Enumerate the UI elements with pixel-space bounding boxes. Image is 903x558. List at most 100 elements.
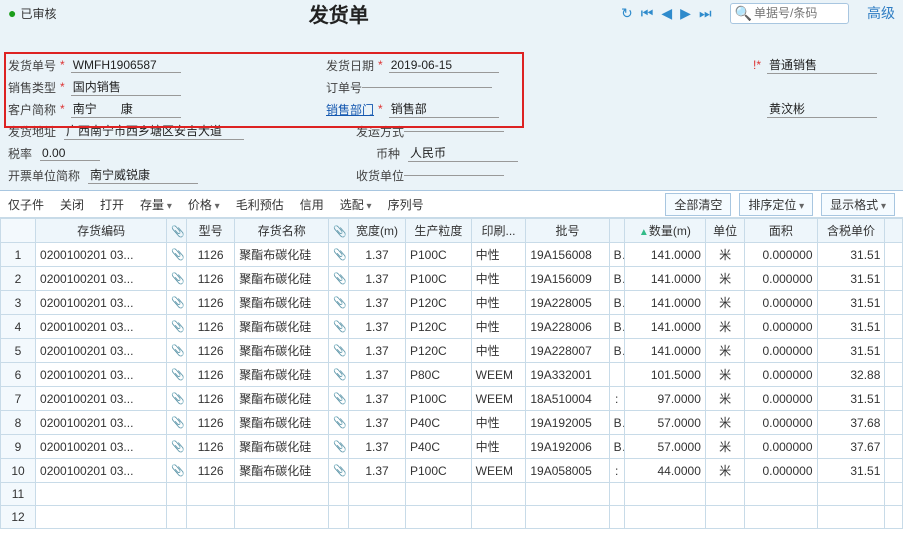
cell-model[interactable]: 1126 — [187, 339, 235, 363]
cell-batch[interactable]: 19A058005 — [526, 459, 609, 483]
cell-model[interactable]: 1126 — [187, 267, 235, 291]
value-ship-addr[interactable]: 广西南宁市西乡塘区安吉大道 — [64, 122, 244, 140]
cell-print[interactable]: 中性 — [471, 243, 526, 267]
cell-name[interactable]: 聚酯布碳化硅 — [235, 363, 329, 387]
tb-serial[interactable]: 序列号 — [388, 196, 424, 213]
value-salesperson[interactable]: 黄汶彬 — [767, 100, 877, 118]
cell-unit[interactable]: 米 — [705, 267, 744, 291]
table-row[interactable]: 30200100201 03...📎1126聚酯布碳化硅📎1.37P120C中性… — [1, 291, 903, 315]
btn-display-fmt[interactable]: 显示格式 — [821, 193, 895, 216]
cell-unit[interactable]: 米 — [705, 387, 744, 411]
cell-price[interactable] — [817, 483, 885, 506]
table-row[interactable]: 40200100201 03...📎1126聚酯布碳化硅📎1.37P120C中性… — [1, 315, 903, 339]
cell-code[interactable]: 0200100201 03... — [36, 339, 167, 363]
col-qty[interactable]: ▲数量(m) — [624, 219, 705, 243]
col-print[interactable]: 印刷... — [471, 219, 526, 243]
cell-area[interactable]: 0.000000 — [745, 267, 817, 291]
cell-batch[interactable]: 19A332001 — [526, 363, 609, 387]
cell-print[interactable]: 中性 — [471, 291, 526, 315]
value-recv-unit[interactable] — [404, 175, 504, 176]
cell-price[interactable]: 37.67 — [817, 435, 885, 459]
cell-print[interactable] — [471, 483, 526, 506]
advanced-link[interactable]: 高级 — [867, 3, 895, 23]
col-unit[interactable]: 单位 — [705, 219, 744, 243]
col-extra[interactable] — [885, 219, 903, 243]
cell-area[interactable]: 0.000000 — [745, 315, 817, 339]
value-cust[interactable]: 南宁 康 — [71, 100, 181, 118]
cell-print[interactable]: 中性 — [471, 435, 526, 459]
cell-code[interactable]: 0200100201 03... — [36, 387, 167, 411]
cell-code[interactable] — [36, 483, 167, 506]
value-ship-no[interactable]: WMFH1906587 — [71, 58, 181, 73]
cell-area[interactable] — [745, 483, 817, 506]
cell-b2[interactable]: : — [609, 459, 624, 483]
cell-clip[interactable]: 📎 — [167, 363, 187, 387]
cell-clip[interactable] — [167, 506, 187, 529]
cell-clip[interactable]: 📎 — [329, 435, 349, 459]
cell-clip[interactable]: 📎 — [329, 315, 349, 339]
cell-code[interactable]: 0200100201 03... — [36, 315, 167, 339]
cell-b2[interactable] — [609, 483, 624, 506]
cell-code[interactable]: 0200100201 03... — [36, 267, 167, 291]
cell-clip[interactable]: 📎 — [167, 459, 187, 483]
value-invoice-unit[interactable]: 南宁威锐康 — [88, 166, 198, 184]
cell-b2[interactable] — [609, 363, 624, 387]
col-clip1[interactable]: 📎 — [167, 219, 187, 243]
cell-area[interactable]: 0.000000 — [745, 243, 817, 267]
cell-model[interactable] — [187, 483, 235, 506]
cell-grade[interactable]: P80C — [405, 363, 471, 387]
table-row[interactable]: 10200100201 03...📎1126聚酯布碳化硅📎1.37P100C中性… — [1, 243, 903, 267]
cell-unit[interactable]: 米 — [705, 411, 744, 435]
cell-unit[interactable]: 米 — [705, 363, 744, 387]
cell-clip[interactable]: 📎 — [167, 339, 187, 363]
value-ship-method[interactable] — [404, 131, 504, 132]
cell-b2[interactable]: B — [609, 267, 624, 291]
cell-qty[interactable] — [624, 483, 705, 506]
cell-clip[interactable]: 📎 — [167, 291, 187, 315]
cell-area[interactable]: 0.000000 — [745, 339, 817, 363]
cell-area[interactable]: 0.000000 — [745, 363, 817, 387]
cell-b2[interactable]: B — [609, 435, 624, 459]
cell-width[interactable]: 1.37 — [349, 291, 406, 315]
cell-model[interactable]: 1126 — [187, 243, 235, 267]
cell-model[interactable]: 1126 — [187, 387, 235, 411]
cell-width[interactable] — [349, 483, 406, 506]
cell-code[interactable]: 0200100201 03... — [36, 459, 167, 483]
cell-name[interactable]: 聚酯布碳化硅 — [235, 267, 329, 291]
cell-extra[interactable] — [885, 435, 903, 459]
col-rownum[interactable] — [1, 219, 36, 243]
cell-grade[interactable]: P120C — [405, 315, 471, 339]
cell-code[interactable]: 0200100201 03... — [36, 411, 167, 435]
col-b2[interactable] — [609, 219, 624, 243]
cell-grade[interactable]: P100C — [405, 243, 471, 267]
cell-qty[interactable]: 141.0000 — [624, 291, 705, 315]
cell-area[interactable]: 0.000000 — [745, 411, 817, 435]
cell-extra[interactable] — [885, 483, 903, 506]
cell-extra[interactable] — [885, 315, 903, 339]
cell-batch[interactable] — [526, 483, 609, 506]
cell-b2[interactable] — [609, 506, 624, 529]
cell-grade[interactable]: P100C — [405, 387, 471, 411]
table-row[interactable]: 90200100201 03...📎1126聚酯布碳化硅📎1.37P40C中性1… — [1, 435, 903, 459]
cell-price[interactable]: 31.51 — [817, 243, 885, 267]
cell-grade[interactable]: P40C — [405, 411, 471, 435]
col-batch[interactable]: 批号 — [526, 219, 609, 243]
col-grade[interactable]: 生产粒度 — [405, 219, 471, 243]
cell-batch[interactable] — [526, 506, 609, 529]
cell-width[interactable]: 1.37 — [349, 267, 406, 291]
last-icon[interactable]: ⏭ — [699, 5, 712, 22]
cell-b2[interactable]: B — [609, 315, 624, 339]
cell-name[interactable]: 聚酯布碳化硅 — [235, 387, 329, 411]
col-clip2[interactable]: 📎 — [329, 219, 349, 243]
cell-extra[interactable] — [885, 267, 903, 291]
cell-qty[interactable]: 101.5000 — [624, 363, 705, 387]
cell-grade[interactable]: P100C — [405, 267, 471, 291]
cell-b2[interactable]: B — [609, 339, 624, 363]
cell-b2[interactable]: B — [609, 291, 624, 315]
first-icon[interactable]: ⏮ — [641, 5, 654, 22]
value-currency[interactable]: 人民币 — [408, 144, 518, 162]
cell-print[interactable]: 中性 — [471, 315, 526, 339]
cell-price[interactable] — [817, 506, 885, 529]
cell-area[interactable]: 0.000000 — [745, 459, 817, 483]
value-biz-type[interactable]: 普通销售 — [767, 56, 877, 74]
